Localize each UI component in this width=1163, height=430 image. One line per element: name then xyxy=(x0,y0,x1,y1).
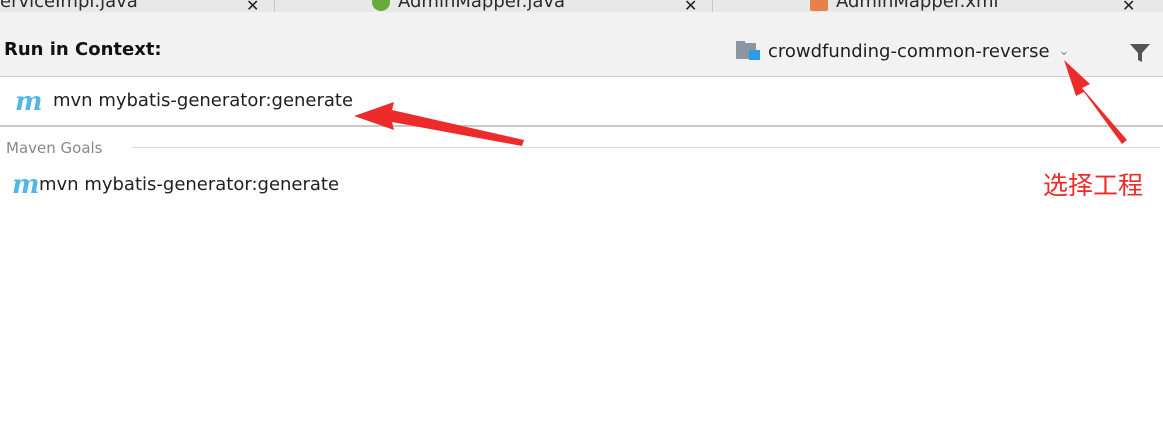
maven-icon: m xyxy=(12,170,40,200)
command-input-row[interactable]: m mvn mybatis-generator:generate xyxy=(0,77,1163,127)
run-anything-header: Run in Context: crowdfunding-common-reve… xyxy=(0,12,1163,77)
context-selector-label: crowdfunding-common-reverse xyxy=(768,40,1050,62)
tab-divider xyxy=(274,0,275,12)
tab-adminmapper-xml[interactable]: AdminMapper.xml xyxy=(810,0,999,12)
chevron-down-icon: ⌄ xyxy=(1058,43,1070,59)
section-divider xyxy=(132,147,1160,148)
filter-icon[interactable] xyxy=(1128,41,1152,65)
tab-label: AdminMapper.java xyxy=(398,0,566,12)
tab-divider xyxy=(712,0,713,12)
maven-icon: m xyxy=(15,87,43,117)
tab-serviceimpl-java[interactable]: erviceImpl.java xyxy=(0,0,138,12)
list-item-label: mvn mybatis-generator:generate xyxy=(39,174,340,195)
tab-label: erviceImpl.java xyxy=(0,0,138,12)
tab-label: AdminMapper.xml xyxy=(836,0,999,12)
header-title: Run in Context: xyxy=(4,39,162,60)
annotation-note: 选择工程 xyxy=(1043,171,1144,200)
xml-file-icon xyxy=(810,0,828,11)
context-selector[interactable]: crowdfunding-common-reverse ⌄ xyxy=(736,38,1069,64)
folder-icon xyxy=(736,41,762,61)
java-class-icon xyxy=(372,0,390,11)
tab-adminmapper-java[interactable]: AdminMapper.java xyxy=(372,0,565,12)
command-input[interactable]: mvn mybatis-generator:generate xyxy=(53,90,353,111)
section-label: Maven Goals xyxy=(6,139,103,157)
list-item[interactable]: m mvn mybatis-generator:generate xyxy=(0,168,1163,202)
